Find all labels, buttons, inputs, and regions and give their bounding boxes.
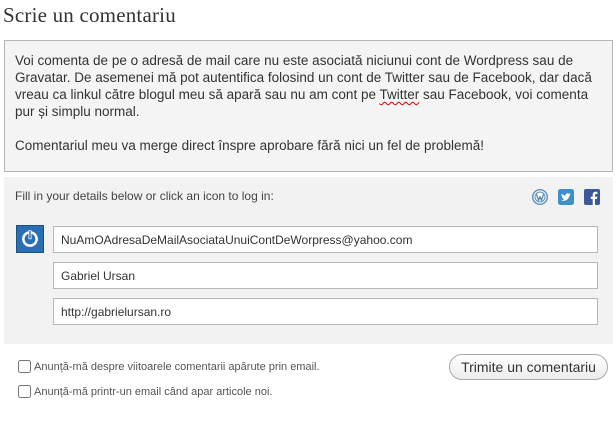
- name-field[interactable]: [53, 262, 598, 289]
- page-title: Scrie un comentariu: [3, 3, 176, 27]
- twitter-icon[interactable]: [558, 189, 574, 205]
- comment-textarea[interactable]: Voi comenta de pe o adresă de mail care …: [4, 40, 613, 172]
- identity-panel: Fill in your details below or click an i…: [4, 177, 613, 344]
- notify-comments-checkbox[interactable]: [18, 360, 31, 373]
- notify-posts-option[interactable]: Anunță-mă printr-un email când apar arti…: [18, 385, 272, 398]
- login-hint: Fill in your details below or click an i…: [15, 189, 274, 203]
- wordpress-icon[interactable]: [532, 189, 548, 205]
- misspelled-word: Twitter: [379, 87, 420, 102]
- email-field[interactable]: [53, 226, 598, 253]
- submit-comment-button[interactable]: Trimite un comentariu: [449, 354, 608, 380]
- website-field[interactable]: [53, 298, 598, 325]
- login-icons: [532, 189, 600, 205]
- notify-posts-label: Anunță-mă printr-un email când apar arti…: [34, 385, 273, 398]
- notify-comments-label: Anunță-mă despre viitoarele comentarii a…: [34, 360, 320, 373]
- comment-paragraph-2: Comentariul meu va merge direct înspre a…: [15, 138, 484, 153]
- notify-comments-option[interactable]: Anunță-mă despre viitoarele comentarii a…: [18, 360, 320, 373]
- notify-posts-checkbox[interactable]: [18, 385, 31, 398]
- gravatar-avatar-icon: [16, 225, 44, 253]
- facebook-icon[interactable]: [584, 189, 600, 205]
- comment-paragraph-1: Voi comenta de pe o adresă de mail care …: [15, 52, 600, 120]
